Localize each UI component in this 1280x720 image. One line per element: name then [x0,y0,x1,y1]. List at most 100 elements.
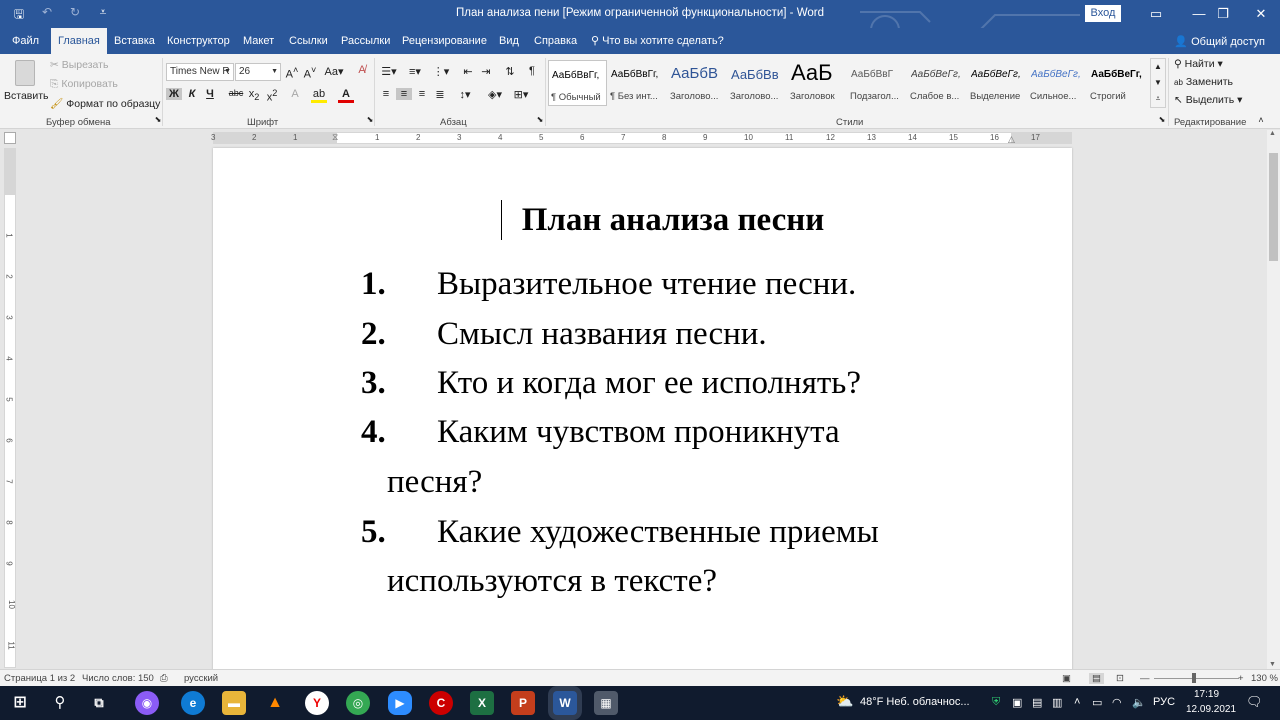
align-right-icon[interactable]: ≡ [414,88,430,100]
word-count[interactable]: Число слов: 150 [82,673,154,684]
style-title[interactable]: АаБ Заголовок [788,60,847,106]
select-button[interactable]: ↖ Выделить ▾ [1174,94,1242,106]
language-status[interactable]: русский [184,673,218,684]
font-size-select[interactable]: 26 ▼ [235,63,281,81]
weather-text[interactable]: 48°F Неб. облачнос... [860,696,970,708]
style-normal[interactable]: АаБбВвГг, ¶ Обычный [548,60,607,106]
tab-review[interactable]: Рецензирование [402,28,487,54]
collapse-ribbon-icon[interactable]: ˄ [1253,115,1269,125]
strikethrough-icon[interactable]: abc [228,88,244,98]
tab-help[interactable]: Справка [534,28,577,54]
clear-formatting-icon[interactable]: A̸ [354,64,370,76]
tab-design[interactable]: Конструктор [167,28,230,54]
sort-icon[interactable]: ⇅ [502,65,518,78]
file-explorer-icon[interactable]: ▬ [222,691,246,715]
multilevel-list-icon[interactable]: ⋮▾ [430,65,452,78]
tab-view[interactable]: Вид [499,28,519,54]
clipboard-launcher-icon[interactable]: ⬊ [150,115,166,124]
ribbon-display-options-icon[interactable]: ▭ [1133,0,1179,28]
align-left-icon[interactable]: ≡ [378,88,394,100]
document-title[interactable]: План анализа песни [213,202,1133,239]
change-case-icon[interactable]: Aa▾ [324,65,344,78]
increase-indent-icon[interactable]: ⇥ [478,65,494,78]
wifi-icon[interactable]: ◠ [1112,696,1122,709]
word-icon[interactable]: W [553,691,577,715]
yandex-browser-icon[interactable]: Y [305,691,329,715]
show-hidden-icons-icon[interactable]: ˄ [1074,696,1080,708]
style-no-spacing[interactable]: АаБбВвГг, ¶ Без инт... [608,60,667,106]
style-strong[interactable]: АаБбВеГг, Строгий [1088,60,1147,106]
horizontal-ruler[interactable]: ⧖ △ 3 2 1 1 2 3 4 5 6 7 8 9 10 11 12 13 14 15 16 17 [211,132,1072,145]
replace-button[interactable]: ab Заменить [1174,76,1233,88]
shrink-font-icon[interactable]: A˅ [302,65,318,81]
find-button[interactable]: ⚲ Найти ▾ [1174,58,1223,70]
list-item[interactable]: 5. [361,514,386,551]
list-item-text[interactable]: Выразительное чтение песни. [437,266,856,303]
volume-icon[interactable]: 🔈 [1132,696,1146,709]
clock-date[interactable]: 12.09.2021 [1186,704,1236,715]
input-language[interactable]: РУС [1153,696,1175,708]
edge-browser-icon[interactable]: e [181,691,205,715]
paste-button[interactable]: Вставить [4,58,49,108]
font-name-select[interactable]: Times New R ▼ [166,63,234,81]
print-layout-icon[interactable]: ▤ [1089,673,1104,684]
line-spacing-icon[interactable]: ↕▾ [454,88,476,101]
zoom-slider-thumb[interactable] [1192,673,1196,683]
search-icon[interactable]: ⚲ [48,691,72,715]
tray-icon[interactable]: ▤ [1032,696,1042,709]
calculator-icon[interactable]: ▦ [594,691,618,715]
style-heading-1[interactable]: АаБбВ Заголово... [668,60,727,106]
numbering-icon[interactable]: ≡▾ [404,65,426,78]
tab-layout[interactable]: Макет [243,28,274,54]
indent-marker-icon[interactable]: ⧖ [332,132,338,143]
powerpoint-icon[interactable]: P [511,691,535,715]
excel-icon[interactable]: X [470,691,494,715]
list-item-text[interactable]: Смысл названия песни. [437,316,767,353]
tray-icon[interactable]: ▥ [1052,696,1062,709]
zoom-in-icon[interactable]: + [1238,673,1244,684]
right-indent-icon[interactable]: △ [1008,134,1015,145]
list-item[interactable]: 1. [361,266,386,303]
bullets-icon[interactable]: ☰▾ [378,65,400,78]
task-view-icon[interactable]: ⧉ [87,691,111,715]
weather-icon[interactable]: ⛅ [836,693,853,710]
close-icon[interactable]: ✕ [1238,0,1280,28]
notifications-icon[interactable]: 🗨 [1246,694,1263,710]
battery-icon[interactable]: ▭ [1092,696,1102,709]
subscript-icon[interactable]: x2 [246,88,262,102]
list-item-text[interactable]: Кто и когда мог ее исполнять? [437,365,861,402]
styles-scroll-icon[interactable]: ▲ ▼ ⩡ [1150,58,1166,108]
bold-icon[interactable]: Ж [166,88,182,100]
decrease-indent-icon[interactable]: ⇤ [460,65,476,78]
list-item-continuation[interactable]: используются в тексте? [387,563,717,600]
login-button[interactable]: Вход [1085,5,1121,22]
web-layout-icon[interactable]: ⊡ [1116,673,1124,684]
tray-icon[interactable]: ▣ [1012,696,1022,709]
style-subtle-emphasis[interactable]: АаБбВеГг, Слабое в... [908,60,967,106]
list-item[interactable]: 2. [361,316,386,353]
list-item[interactable]: 4. [361,414,386,451]
chrome-icon[interactable]: ◎ [346,691,370,715]
document-page[interactable]: План анализа песни 1. Выразительное чтен… [213,148,1072,688]
cut-button[interactable]: ✂ Вырезать [50,59,108,71]
borders-icon[interactable]: ⊞▾ [510,88,532,101]
clock-time[interactable]: 17:19 [1194,689,1219,700]
grow-font-icon[interactable]: A˄ [284,65,300,81]
style-subtitle[interactable]: АаБбВвГ Подзагол... [848,60,907,106]
highlight-icon[interactable]: ab [311,88,327,103]
windows-start-icon[interactable]: ⊞ [8,691,32,715]
style-intense-emphasis[interactable]: АаБбВеГг, Сильное... [1028,60,1087,106]
proofing-icon[interactable]: ⎙ [160,673,168,684]
tab-file[interactable]: Файл [12,28,39,54]
security-icon[interactable]: ⛨ [992,696,1000,709]
page-count[interactable]: Страница 1 из 2 [4,673,75,684]
zoom-level[interactable]: 130 % [1251,673,1278,684]
tab-selector[interactable] [4,132,16,144]
zoom-out-icon[interactable]: — [1140,673,1150,684]
copy-button[interactable]: ⎘ Копировать [50,78,118,91]
share-button[interactable]: 👤 Общий доступ [1174,35,1265,48]
tab-insert[interactable]: Вставка [114,28,155,54]
font-color-icon[interactable]: A [338,88,354,103]
text-effects-icon[interactable]: A [287,88,303,100]
list-item[interactable]: 3. [361,365,386,402]
